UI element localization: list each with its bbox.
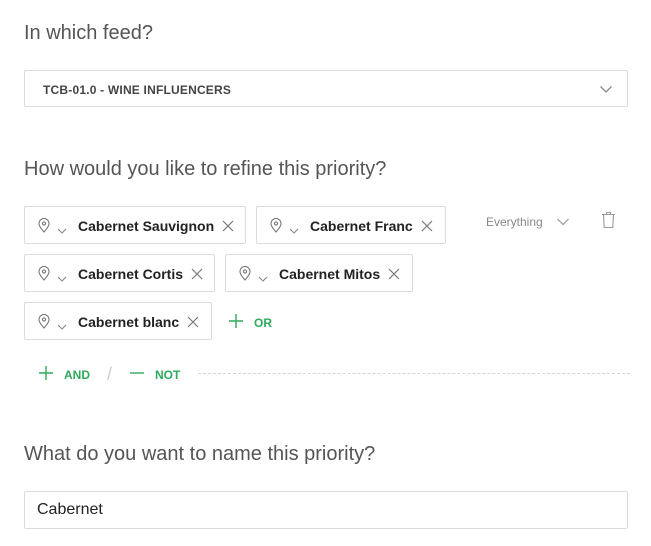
close-icon[interactable] <box>222 219 234 237</box>
add-and-button[interactable]: AND <box>38 365 90 384</box>
divider <box>198 373 630 374</box>
chevron-down-icon[interactable] <box>57 222 67 240</box>
refine-heading: How would you like to refine this priori… <box>24 158 387 180</box>
location-pin-icon <box>38 218 50 238</box>
feed-select[interactable]: TCB-01.0 - WINE INFLUENCERS <box>24 70 628 107</box>
chevron-down-icon[interactable] <box>258 270 268 288</box>
priority-name-input[interactable] <box>24 491 628 529</box>
or-label: OR <box>254 315 272 330</box>
filter-chip[interactable]: Cabernet Franc <box>256 206 446 244</box>
close-icon[interactable] <box>388 267 400 285</box>
plus-icon <box>228 313 244 332</box>
chevron-down-icon <box>599 82 613 101</box>
chip-label: Cabernet Sauvignon <box>78 218 215 234</box>
scope-select-value: Everything <box>486 215 543 229</box>
location-pin-icon <box>38 266 50 286</box>
feed-heading: In which feed? <box>24 22 153 44</box>
location-pin-icon <box>239 266 251 286</box>
filter-chip[interactable]: Cabernet blanc <box>24 302 212 340</box>
filter-chip[interactable]: Cabernet Sauvignon <box>24 206 246 244</box>
and-label: AND <box>64 367 90 382</box>
filter-chip[interactable]: Cabernet Cortis <box>24 254 215 292</box>
chevron-down-icon[interactable] <box>57 318 67 336</box>
trash-icon[interactable] <box>601 211 616 234</box>
location-pin-icon <box>38 314 50 334</box>
plus-icon <box>38 365 54 384</box>
add-not-button[interactable]: NOT <box>129 365 180 384</box>
chip-label: Cabernet Mitos <box>279 266 381 282</box>
close-icon[interactable] <box>191 267 203 285</box>
not-label: NOT <box>155 367 181 382</box>
scope-select[interactable]: Everything <box>486 215 569 229</box>
filter-chip[interactable]: Cabernet Mitos <box>225 254 413 292</box>
chevron-down-icon[interactable] <box>289 222 299 240</box>
location-pin-icon <box>270 218 282 238</box>
minus-icon <box>129 365 145 384</box>
feed-select-value: TCB-01.0 - WINE INFLUENCERS <box>43 83 232 97</box>
chevron-down-icon[interactable] <box>57 270 67 288</box>
name-heading: What do you want to name this priority? <box>24 443 376 465</box>
chip-label: Cabernet Franc <box>310 218 413 234</box>
chip-label: Cabernet Cortis <box>78 266 184 282</box>
close-icon[interactable] <box>421 219 433 237</box>
chevron-down-icon <box>556 216 570 230</box>
and-not-separator: / <box>107 364 113 384</box>
chip-label: Cabernet blanc <box>78 314 180 330</box>
add-or-button[interactable]: OR <box>228 313 272 332</box>
close-icon[interactable] <box>187 315 199 333</box>
